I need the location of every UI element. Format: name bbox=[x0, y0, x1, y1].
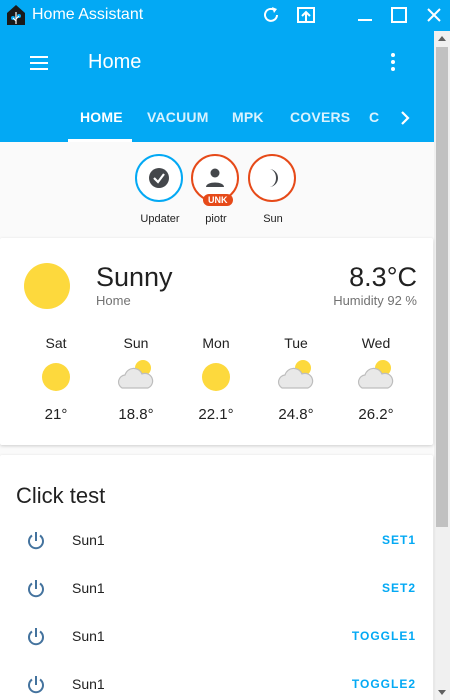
home-assistant-logo-icon bbox=[7, 5, 25, 25]
badges-row: Updater UNK piotr Sun bbox=[0, 142, 434, 238]
card-title: Click test bbox=[16, 483, 106, 508]
entity-name: Sun1 bbox=[72, 628, 105, 644]
more-options-icon[interactable] bbox=[385, 51, 401, 73]
forecast-day: Sun bbox=[123, 335, 149, 351]
close-icon bbox=[427, 8, 441, 22]
minimize-icon bbox=[358, 19, 372, 21]
partly-cloudy-icon bbox=[277, 360, 314, 389]
sunny-icon bbox=[24, 263, 70, 309]
refresh-button[interactable] bbox=[259, 4, 283, 26]
forecast-day: Tue bbox=[284, 335, 308, 351]
tab-mpk[interactable]: MPK bbox=[232, 109, 264, 125]
maximize-button[interactable] bbox=[387, 4, 411, 26]
badge-circle bbox=[248, 154, 296, 202]
badge-piotr[interactable]: UNK piotr bbox=[191, 154, 241, 225]
minimize-button[interactable] bbox=[353, 4, 377, 26]
refresh-icon bbox=[264, 7, 278, 22]
chevron-right-icon[interactable] bbox=[396, 108, 414, 128]
forecast-temperature: 21° bbox=[44, 406, 68, 423]
power-icon[interactable] bbox=[26, 531, 46, 551]
weather-condition: Sunny bbox=[96, 262, 173, 292]
partly-cloudy-icon bbox=[117, 360, 154, 389]
entity-name: Sun1 bbox=[72, 532, 105, 548]
forecast-day: Mon bbox=[202, 335, 230, 351]
badge-updater[interactable]: Updater bbox=[135, 154, 185, 225]
open-external-button[interactable] bbox=[294, 4, 318, 26]
weather-temperature: 8.3°C bbox=[349, 262, 417, 292]
close-button[interactable] bbox=[422, 4, 446, 26]
scroll-down-arrow-icon[interactable] bbox=[438, 690, 446, 696]
tab-vacuum[interactable]: VACUUM bbox=[147, 109, 209, 125]
window-title: Home Assistant bbox=[32, 6, 144, 23]
badge-label: Sun bbox=[263, 213, 283, 225]
check-circle-icon bbox=[149, 168, 169, 188]
entity-name: Sun1 bbox=[72, 676, 105, 692]
power-icon[interactable] bbox=[26, 579, 46, 599]
forecast-day: Sat bbox=[45, 335, 67, 351]
weather-entity-name: Home bbox=[96, 293, 131, 308]
set2-button[interactable]: SET2 bbox=[382, 581, 416, 595]
forecast-temperature: 18.8° bbox=[118, 406, 154, 423]
badge-circle: UNK bbox=[191, 154, 239, 206]
forecast-temperature: 22.1° bbox=[198, 406, 234, 423]
badge-sun[interactable]: Sun bbox=[248, 154, 298, 225]
sunny-icon bbox=[202, 363, 230, 391]
tab-covers[interactable]: COVERS bbox=[290, 109, 350, 125]
weather-humidity: Humidity 92 % bbox=[333, 293, 417, 308]
click-test-card: Click test Sun1 SET1 Sun1 SET2 Sun1 TOGG… bbox=[0, 455, 433, 700]
page-title: Home bbox=[88, 51, 142, 73]
set1-button[interactable]: SET1 bbox=[382, 533, 416, 547]
entity-row: Sun1 SET2 bbox=[0, 577, 433, 625]
tab-home[interactable]: HOME bbox=[80, 109, 123, 125]
window-titlebar: Home Assistant bbox=[0, 0, 450, 31]
power-icon[interactable] bbox=[26, 627, 46, 647]
scroll-up-arrow-icon[interactable] bbox=[438, 35, 446, 41]
badge-circle bbox=[135, 154, 183, 202]
open-in-window-icon bbox=[297, 7, 315, 23]
forecast-temperature: 26.2° bbox=[358, 406, 394, 423]
maximize-icon bbox=[391, 7, 407, 23]
vertical-scrollbar[interactable] bbox=[434, 31, 450, 700]
toggle1-button[interactable]: TOGGLE1 bbox=[352, 629, 416, 643]
app-header: Home HOME VACUUM MPK COVERS C bbox=[0, 31, 434, 142]
entity-row: Sun1 SET1 bbox=[0, 529, 433, 577]
entity-row: Sun1 TOGGLE1 bbox=[0, 625, 433, 673]
account-icon bbox=[206, 168, 224, 187]
moon-icon bbox=[269, 169, 278, 187]
tab-partial[interactable]: C bbox=[369, 109, 379, 125]
entity-name: Sun1 bbox=[72, 580, 105, 596]
scrollbar-thumb[interactable] bbox=[436, 47, 448, 527]
power-icon[interactable] bbox=[26, 675, 46, 695]
weather-card[interactable]: Sunny Home 8.3°C Humidity 92 % Sat Sun M… bbox=[0, 238, 433, 445]
forecast-day: Wed bbox=[361, 335, 391, 351]
entity-row: Sun1 TOGGLE2 bbox=[0, 673, 433, 700]
status-badge: UNK bbox=[203, 194, 233, 206]
partly-cloudy-icon bbox=[357, 360, 394, 389]
view-tabs: HOME VACUUM MPK COVERS C bbox=[0, 106, 434, 142]
forecast-temperature: 24.8° bbox=[278, 406, 314, 423]
toggle2-button[interactable]: TOGGLE2 bbox=[352, 677, 416, 691]
hamburger-menu-icon[interactable] bbox=[28, 54, 52, 72]
sunny-icon bbox=[42, 363, 70, 391]
